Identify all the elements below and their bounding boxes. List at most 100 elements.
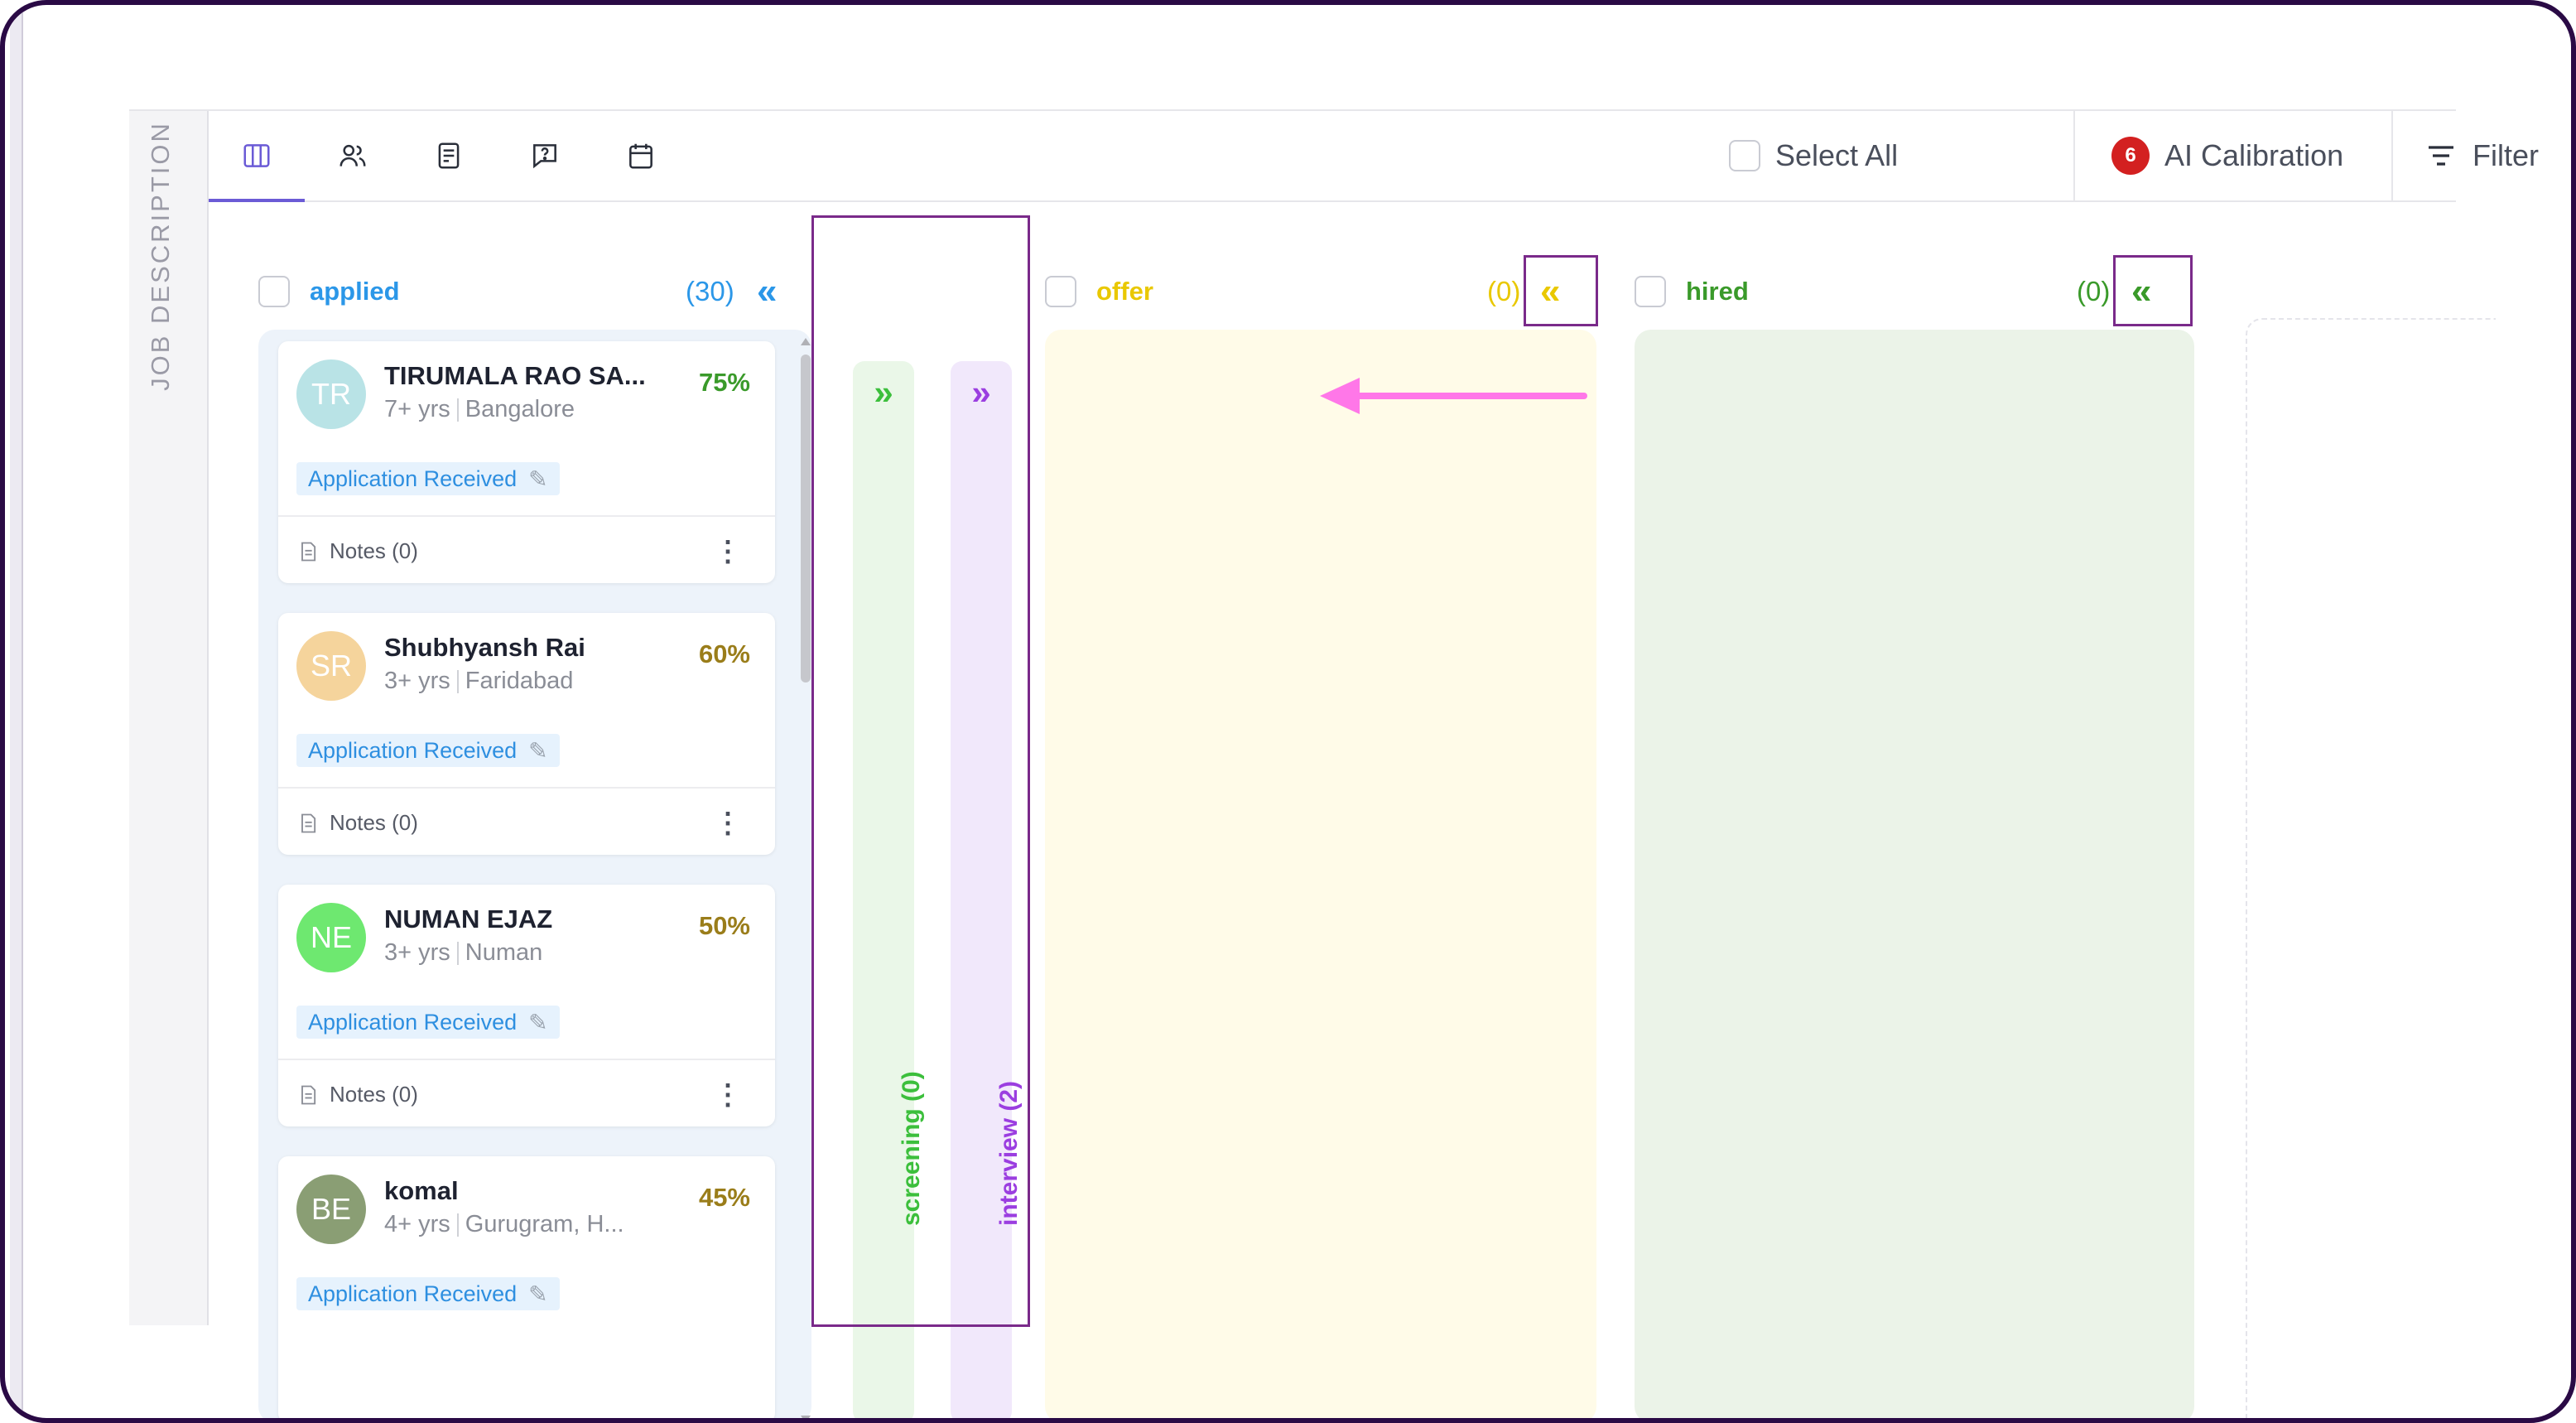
candidate-location: Faridabad	[465, 668, 574, 694]
filter-label: Filter	[2472, 138, 2539, 172]
column-count-offer: (0)	[1487, 276, 1521, 306]
more-options-icon[interactable]: ⋮	[714, 535, 742, 568]
scroll-up-arrow[interactable]	[801, 338, 811, 345]
column-title-offer: offer	[1096, 277, 1153, 306]
candidate-card[interactable]: SR Shubhyansh Rai 3+ yrs Faridabad 60% Ap…	[278, 613, 775, 855]
pencil-icon[interactable]: ✎	[528, 737, 547, 765]
ai-calibration-label: AI Calibration	[2164, 138, 2344, 172]
candidate-meta: 7+ yrs Bangalore	[384, 396, 575, 423]
annotation-arrow	[1355, 393, 1587, 399]
pencil-icon[interactable]: ✎	[528, 465, 547, 493]
document-icon	[301, 542, 316, 561]
window-frame: JOB DESCRIPTION Select All 6 AI Calibrat…	[0, 0, 2576, 1423]
column-count-hired: (0)	[2077, 276, 2111, 306]
offer-select-checkbox[interactable]	[1045, 276, 1076, 307]
notes-label: Notes (0)	[330, 538, 418, 563]
candidate-name[interactable]: NUMAN EJAZ	[384, 904, 552, 934]
column-title-applied: applied	[310, 277, 400, 306]
select-all-label: Select All	[1775, 138, 1899, 172]
candidate-card[interactable]: NE NUMAN EJAZ 3+ yrs Numan 50% Applicatio…	[278, 885, 775, 1126]
select-all-checkbox[interactable]	[1729, 140, 1760, 171]
document-icon	[438, 142, 460, 169]
more-options-icon[interactable]: ⋮	[714, 1078, 742, 1112]
pencil-icon[interactable]: ✎	[528, 1281, 547, 1308]
document-icon	[301, 1085, 316, 1104]
status-label: Application Received	[308, 1009, 518, 1035]
highlight-box	[811, 215, 1030, 1327]
offer-column-body	[1045, 330, 1596, 1418]
tab-calendar[interactable]	[593, 128, 689, 184]
document-icon	[301, 813, 316, 832]
filter-icon	[2429, 146, 2453, 166]
applied-column-body: TR TIRUMALA RAO SA... 7+ yrs Bangalore 75…	[258, 330, 811, 1418]
applied-select-checkbox[interactable]	[258, 276, 290, 307]
calendar-icon	[629, 143, 652, 169]
status-badge[interactable]: Application Received ✎	[296, 462, 560, 495]
column-count-applied: (30)	[686, 276, 734, 306]
candidate-name[interactable]: Shubhyansh Rai	[384, 633, 585, 663]
candidate-name[interactable]: TIRUMALA RAO SA...	[384, 361, 646, 391]
card-footer: Notes (0) ⋮	[278, 515, 775, 585]
scroll-thumb[interactable]	[801, 355, 811, 683]
hired-column-body	[1635, 330, 2194, 1418]
status-badge[interactable]: Application Received ✎	[296, 1277, 560, 1310]
pipeline-app: JOB DESCRIPTION Select All 6 AI Calibrat…	[129, 109, 2539, 1418]
toolbar: Select All 6 AI Calibration Filter	[209, 111, 2539, 202]
more-options-icon[interactable]: ⋮	[714, 807, 742, 840]
notes-label: Notes (0)	[330, 810, 418, 835]
next-column-placeholder	[2246, 318, 2496, 1418]
candidate-experience: 7+ yrs	[384, 396, 450, 422]
status-label: Application Received	[308, 737, 518, 763]
candidate-experience: 4+ yrs	[384, 1211, 450, 1237]
column-header-applied: applied (30) «	[258, 258, 788, 325]
divider	[2391, 111, 2393, 200]
ai-calibration-button[interactable]: 6 AI Calibration	[2111, 111, 2343, 200]
columns-icon	[243, 144, 270, 167]
candidate-experience: 3+ yrs	[384, 668, 450, 694]
notes-link[interactable]: Notes (0)	[296, 538, 418, 564]
candidate-location: Numan	[465, 939, 543, 966]
candidate-meta: 4+ yrs Gurugram, H...	[384, 1211, 624, 1238]
avatar: NE	[296, 903, 366, 972]
people-icon	[339, 144, 366, 166]
scroll-down-arrow[interactable]	[801, 1416, 811, 1418]
avatar: SR	[296, 631, 366, 701]
card-footer: Notes (0) ⋮	[278, 1059, 775, 1128]
notes-link[interactable]: Notes (0)	[296, 810, 418, 836]
status-badge[interactable]: Application Received ✎	[296, 734, 560, 767]
candidate-experience: 3+ yrs	[384, 939, 450, 966]
applied-scrollbar[interactable]	[800, 335, 811, 1418]
annotation-arrow-head	[1320, 378, 1360, 414]
status-badge[interactable]: Application Received ✎	[296, 1006, 560, 1039]
match-score: 50%	[698, 911, 750, 940]
candidate-location: Gurugram, H...	[465, 1211, 624, 1237]
job-description-rail[interactable]: JOB DESCRIPTION	[129, 111, 209, 1325]
status-label: Application Received	[308, 1281, 518, 1306]
column-header-hired: hired (0) «	[1635, 258, 2193, 325]
candidate-meta: 3+ yrs Numan	[384, 939, 542, 967]
highlight-box	[1524, 255, 1598, 326]
collapse-applied-button[interactable]: «	[757, 258, 777, 325]
ai-calibration-badge: 6	[2111, 137, 2150, 175]
select-all[interactable]: Select All	[1729, 111, 1898, 200]
candidate-name[interactable]: komal	[384, 1176, 459, 1206]
tab-notes[interactable]	[401, 128, 497, 184]
match-score: 45%	[698, 1183, 750, 1212]
filter-button[interactable]: Filter	[2424, 111, 2539, 200]
avatar: TR	[296, 359, 366, 429]
candidate-meta: 3+ yrs Faridabad	[384, 668, 573, 695]
tab-questions[interactable]	[497, 128, 593, 184]
candidate-card[interactable]: BE komal 4+ yrs Gurugram, H... 45% Applic…	[278, 1156, 775, 1418]
status-label: Application Received	[308, 465, 518, 491]
candidate-card[interactable]: TR TIRUMALA RAO SA... 7+ yrs Bangalore 75…	[278, 341, 775, 583]
highlight-box	[2113, 255, 2193, 326]
divider	[2073, 111, 2075, 200]
card-footer: Notes (0) ⋮	[278, 787, 775, 856]
tab-candidates[interactable]	[305, 128, 401, 184]
column-title-hired: hired	[1686, 277, 1749, 306]
chat-question-icon	[533, 144, 556, 169]
notes-link[interactable]: Notes (0)	[296, 1082, 418, 1107]
hired-select-checkbox[interactable]	[1635, 276, 1666, 307]
tab-board-view[interactable]	[209, 128, 305, 202]
pencil-icon[interactable]: ✎	[528, 1009, 547, 1036]
